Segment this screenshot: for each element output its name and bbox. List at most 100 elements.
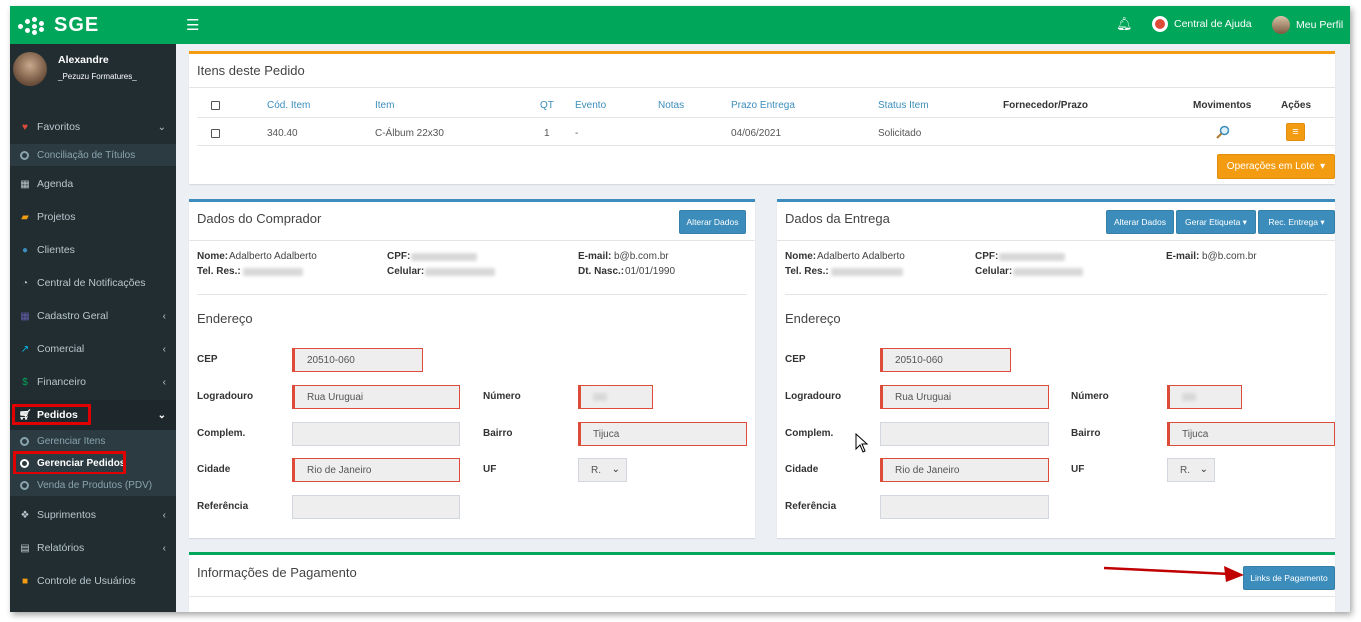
lifebuoy-icon (1152, 16, 1168, 32)
sidebar-item-clientes[interactable]: ● Clientes (10, 235, 176, 265)
numero-field[interactable] (1167, 385, 1242, 409)
sidebar-item-label: Relatórios (37, 542, 85, 554)
sidebar-item-financeiro[interactable]: $ Financeiro ‹ (10, 367, 176, 397)
chevron-left-icon: ‹ (162, 343, 166, 355)
field-label: Nome: (785, 251, 817, 262)
magnifier-icon[interactable] (1216, 125, 1230, 142)
items-box: Itens deste Pedido Cód. Item Item QT Eve… (189, 51, 1335, 184)
sidebar-item-agenda[interactable]: ▦ Agenda (10, 169, 176, 199)
cell-evento: - (575, 128, 579, 139)
sidebar-item-projetos[interactable]: ▰ Projetos (10, 202, 176, 232)
address-title: Endereço (197, 311, 253, 326)
mouse-cursor-icon (855, 433, 869, 453)
field-label: Complem. (197, 428, 246, 439)
cell-status: Solicitado (878, 128, 922, 139)
button-label: Alterar Dados (1114, 217, 1166, 227)
cidade-field[interactable]: Rio de Janeiro (880, 458, 1049, 482)
field-label: Tel. Res.: (197, 266, 241, 277)
sidebar-item-pdv[interactable]: Venda de Produtos (PDV) (10, 474, 176, 496)
user-panel: Alexandre _Pezuzu Formatures_ (10, 44, 176, 106)
sidebar-item-suprimentos[interactable]: ❖ Suprimentos ‹ (10, 500, 176, 530)
field-label: Bairro (483, 428, 513, 439)
column-header[interactable]: Prazo Entrega (731, 100, 795, 111)
divider (197, 117, 1335, 118)
sidebar-item-comercial[interactable]: ↗ Comercial ‹ (10, 334, 176, 364)
column-header[interactable]: QT (540, 100, 554, 111)
bairro-field[interactable]: Tijuca (1167, 422, 1335, 446)
cubes-icon: ❖ (20, 509, 30, 521)
field-label: Número (1071, 391, 1109, 402)
help-link[interactable]: Central de Ajuda (1152, 16, 1252, 32)
cep-field[interactable]: 20510-060 (292, 348, 423, 372)
column-header: Fornecedor/Prazo (1003, 100, 1089, 111)
cell-qt: 1 (544, 128, 550, 139)
redacted-value (411, 253, 477, 261)
sidebar-item-relatorios[interactable]: ▤ Relatórios ‹ (10, 533, 176, 563)
payment-links-button[interactable]: Links de Pagamento (1243, 566, 1335, 590)
user-name: Alexandre (58, 54, 109, 66)
divider (777, 240, 1335, 241)
menu-toggle-icon[interactable]: ☰ (186, 16, 199, 34)
logradouro-field[interactable]: Rua Uruguai (880, 385, 1049, 409)
user-org: _Pezuzu Formatures_ (58, 72, 137, 81)
column-header: Movimentos (1193, 100, 1252, 111)
referencia-field[interactable] (880, 495, 1049, 519)
field-label: Referência (785, 501, 837, 512)
sidebar-item-gerenciar-itens[interactable]: Gerenciar Itens (10, 430, 176, 452)
chevron-down-icon: ⌄ (157, 121, 166, 133)
complemento-field[interactable] (292, 422, 460, 446)
logo-icon (18, 16, 46, 35)
button-label: Gerar Etiqueta (1185, 217, 1241, 227)
box-title: Informações de Pagamento (197, 565, 357, 580)
rec-delivery-button[interactable]: Rec. Entrega ▾ (1258, 210, 1335, 234)
field-label: Referência (197, 501, 249, 512)
dollar-icon: $ (22, 376, 28, 388)
row-checkbox[interactable] (211, 129, 220, 138)
column-header: Ações (1281, 100, 1312, 111)
referencia-field[interactable] (292, 495, 460, 519)
generate-label-button[interactable]: Gerar Etiqueta ▾ (1176, 210, 1256, 234)
logradouro-field[interactable]: Rua Uruguai (292, 385, 460, 409)
edit-delivery-button[interactable]: Alterar Dados (1106, 210, 1174, 234)
chevron-left-icon: ‹ (162, 542, 166, 554)
cep-field[interactable]: 20510-060 (880, 348, 1011, 372)
bulk-operations-button[interactable]: Operações em Lote ▾ (1217, 154, 1335, 179)
buyer-name: Adalberto Adalberto (229, 251, 317, 262)
lock-icon: ■ (21, 575, 29, 587)
sidebar-item-notificacoes[interactable]: ◔ Central de Notificações (10, 268, 176, 298)
numero-field[interactable] (578, 385, 653, 409)
uf-select[interactable]: R. ⌄ (578, 458, 627, 482)
sidebar-item-favoritos[interactable]: ♥ Favoritos ⌄ (10, 112, 176, 142)
delivery-email: b@b.com.br (1202, 251, 1257, 262)
divider (189, 240, 755, 241)
chart-icon: ↗ (20, 343, 30, 355)
profile-link[interactable]: Meu Perfil (1272, 16, 1343, 34)
column-header[interactable]: Item (375, 100, 394, 111)
column-header[interactable]: Notas (658, 100, 684, 111)
sidebar-item-cadastro-geral[interactable]: ▦ Cadastro Geral ‹ (10, 301, 176, 331)
logo[interactable]: SGE (18, 14, 99, 37)
edit-buyer-button[interactable]: Alterar Dados (679, 210, 746, 234)
cidade-field[interactable]: Rio de Janeiro (292, 458, 460, 482)
chevron-down-icon: ⌄ (1199, 464, 1208, 475)
column-header[interactable]: Evento (575, 100, 606, 111)
sidebar-item-controle-usuarios[interactable]: ■ Controle de Usuários (10, 566, 176, 596)
bairro-field[interactable]: Tijuca (578, 422, 747, 446)
delivery-box: Dados da Entrega Alterar Dados Gerar Eti… (777, 199, 1335, 538)
complemento-field[interactable] (880, 422, 1049, 446)
calendar-icon: ▦ (20, 178, 30, 190)
uf-select[interactable]: R. ⌄ (1167, 458, 1215, 482)
column-header[interactable]: Cód. Item (267, 100, 310, 111)
chevron-left-icon: ‹ (162, 376, 166, 388)
sidebar-item-conciliacao[interactable]: Conciliação de Títulos (10, 144, 176, 166)
select-all-checkbox[interactable] (211, 101, 220, 110)
field-label: CEP (197, 354, 218, 365)
actions-menu-button[interactable]: ≡ (1286, 123, 1305, 141)
uf-value: R. (591, 464, 601, 476)
column-header[interactable]: Status Item (878, 100, 929, 111)
sidebar-item-label: Venda de Produtos (PDV) (37, 479, 153, 491)
field-label: E-mail: (578, 251, 612, 262)
circle-icon (20, 436, 29, 446)
bell-icon[interactable]: 🔔︎ (1116, 16, 1133, 32)
grid-icon: ▦ (20, 310, 30, 322)
